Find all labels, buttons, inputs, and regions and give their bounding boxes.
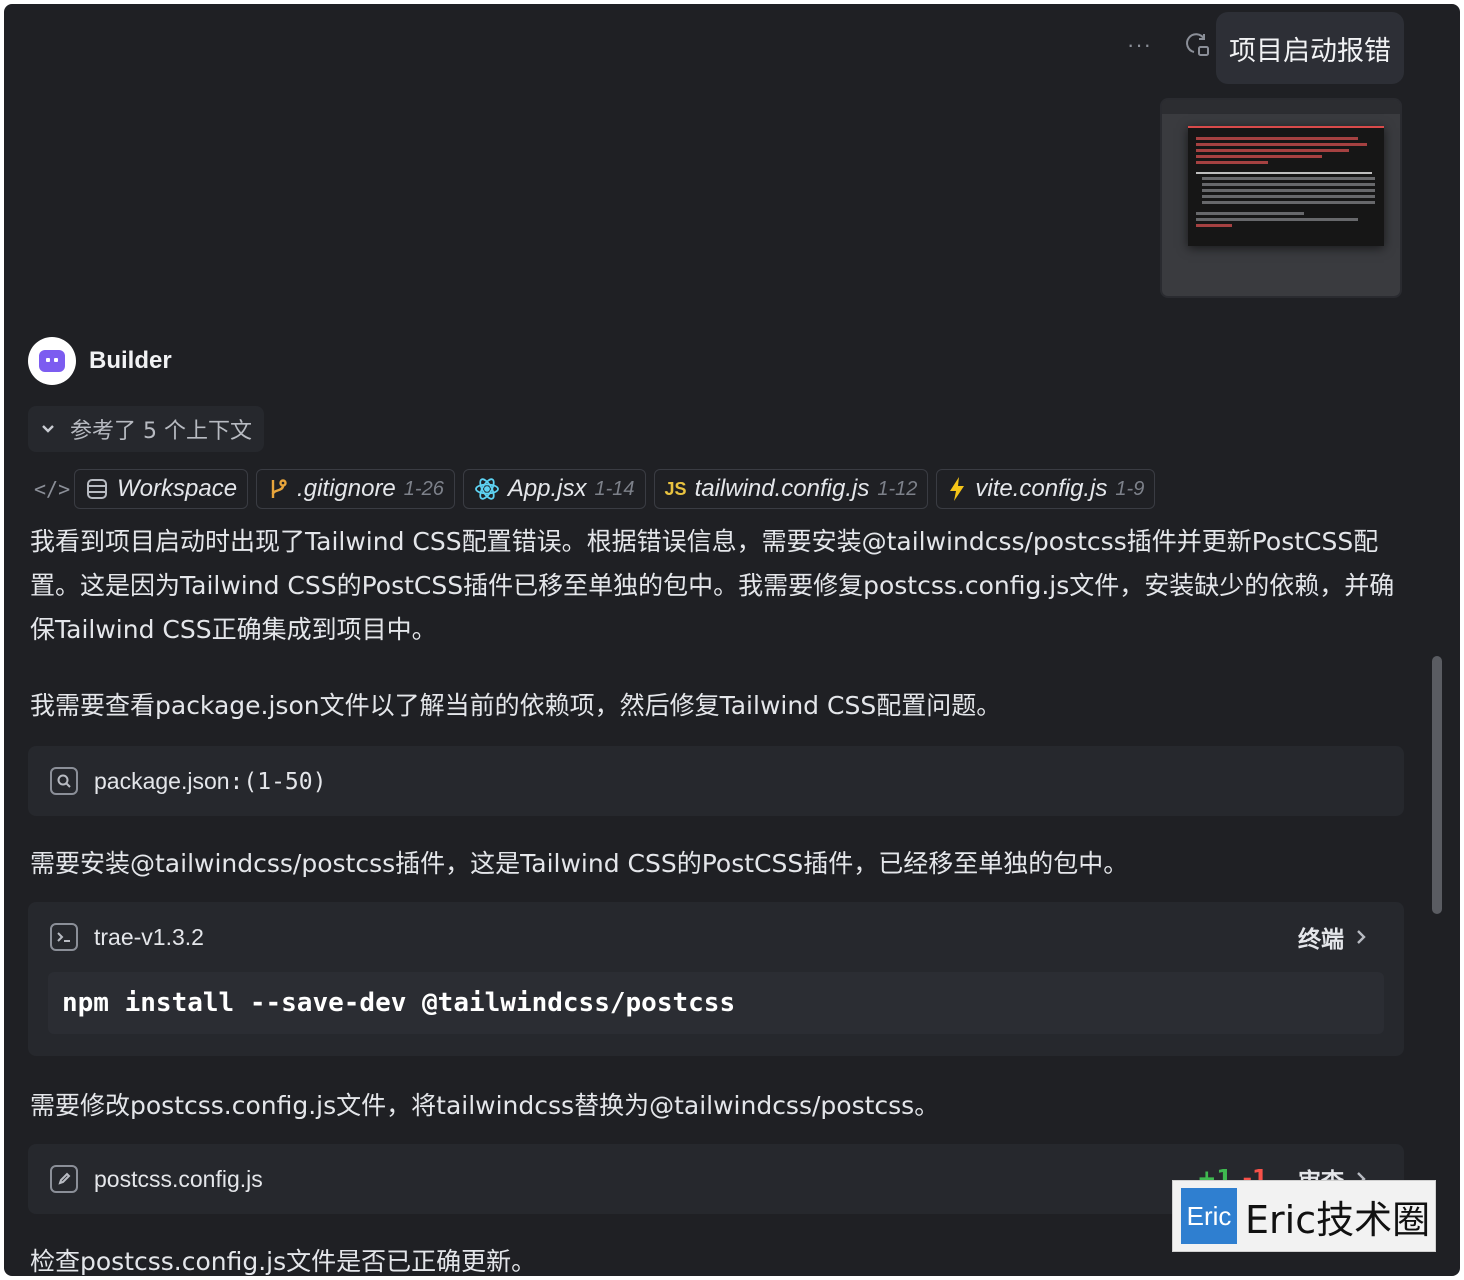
chip-label: .gitignore xyxy=(297,475,396,502)
robot-icon xyxy=(39,350,65,372)
chevron-right-icon xyxy=(1357,930,1366,944)
context-chip-gitignore[interactable]: .gitignore 1-26 xyxy=(256,469,455,509)
chip-label: vite.config.js xyxy=(975,475,1108,502)
context-chip-app-jsx[interactable]: App.jsx 1-14 xyxy=(462,469,646,509)
chip-label: Workspace xyxy=(117,475,238,502)
response-paragraph: 需要修改postcss.config.js文件，将tailwindcss替换为@… xyxy=(30,1091,940,1120)
search-file-name: package.json xyxy=(94,767,230,794)
chip-range: 1-12 xyxy=(877,477,918,500)
terminal-title: trae-v1.3.2 xyxy=(94,923,204,950)
context-toggle[interactable]: 参考了 5 个上下文 xyxy=(28,406,264,452)
chip-range: 1-9 xyxy=(1115,477,1145,500)
edit-icon xyxy=(50,1165,78,1193)
file-search-card[interactable]: package.json:(1-50) xyxy=(28,746,1404,816)
user-message: 项目启动报错 xyxy=(1216,12,1404,84)
git-branch-icon xyxy=(267,477,289,501)
retry-icon[interactable] xyxy=(1182,30,1212,60)
terminal-icon xyxy=(50,923,78,951)
chip-range: 1-26 xyxy=(403,477,444,500)
context-chip-tailwind-config[interactable]: JS tailwind.config.js 1-12 xyxy=(653,469,929,509)
response-paragraph: 我需要查看package.json文件以了解当前的依赖项，然后修复Tailwin… xyxy=(30,691,1002,720)
chat-panel: ··· 项目启动报错 Builder 参考了 5 个上下文 </> Worksp xyxy=(4,4,1460,1276)
vite-icon xyxy=(947,476,967,502)
watermark-logo: Eric xyxy=(1181,1188,1237,1244)
chip-label: App.jsx xyxy=(507,475,587,502)
context-chip-workspace[interactable]: Workspace xyxy=(74,469,249,509)
chip-label: tailwind.config.js xyxy=(694,475,870,502)
context-chips: </> Workspace .gitignore 1-26 App.jsx 1-… xyxy=(34,469,1156,509)
scrollbar-thumb[interactable] xyxy=(1432,656,1442,914)
chip-range: 1-14 xyxy=(594,477,635,500)
open-terminal-button[interactable]: 终端 xyxy=(1298,920,1368,954)
context-toggle-label: 参考了 5 个上下文 xyxy=(70,419,252,444)
terminal-card: trae-v1.3.2 终端 npm install --save-dev @t… xyxy=(28,902,1404,1056)
terminal-command[interactable]: npm install --save-dev @tailwindcss/post… xyxy=(48,972,1384,1034)
watermark-text: Eric技术圈 xyxy=(1245,1197,1431,1242)
context-chip-vite-config[interactable]: vite.config.js 1-9 xyxy=(936,469,1156,509)
response-paragraph: 我看到项目启动时出现了Tailwind CSS配置错误。根据错误信息，需要安装@… xyxy=(30,527,1395,644)
search-icon xyxy=(50,767,78,795)
screenshot-terminal-preview xyxy=(1188,126,1384,246)
edit-file-name: postcss.config.js xyxy=(94,1165,263,1192)
open-terminal-label: 终端 xyxy=(1298,927,1344,953)
builder-avatar xyxy=(28,337,76,385)
chevron-down-icon xyxy=(42,425,54,433)
database-icon xyxy=(85,477,109,501)
attached-screenshot[interactable] xyxy=(1160,98,1402,298)
message-actions: ··· xyxy=(1127,30,1212,60)
builder-name: Builder xyxy=(89,347,172,374)
ellipsis-icon[interactable]: ··· xyxy=(1127,34,1152,56)
search-range: :(1-50) xyxy=(229,768,327,795)
watermark: Eric Eric技术圈 xyxy=(1172,1180,1436,1252)
react-icon xyxy=(474,477,500,501)
response-paragraph: 需要安装@tailwindcss/postcss插件，这是Tailwind CS… xyxy=(30,849,1129,878)
js-icon: JS xyxy=(664,478,687,499)
code-icon: </> xyxy=(34,477,71,501)
